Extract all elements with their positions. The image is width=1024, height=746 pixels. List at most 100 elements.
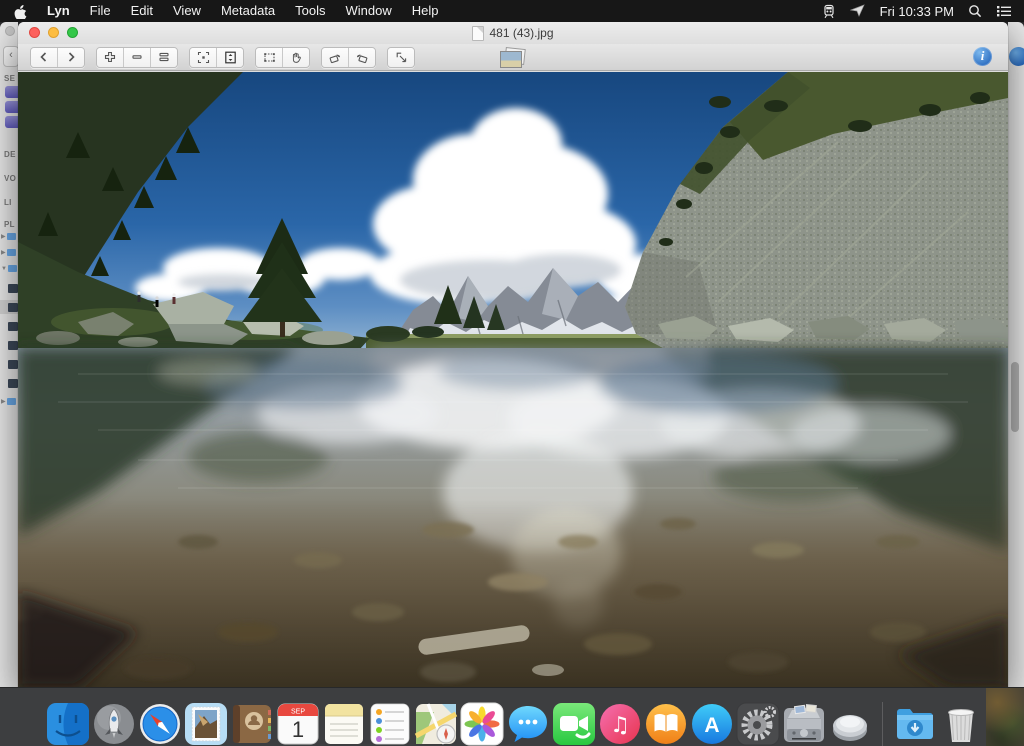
dock-item-calendar[interactable]: SEP 1	[276, 702, 320, 746]
sidebar-thumb[interactable]	[8, 284, 18, 293]
selection-icon	[263, 52, 275, 62]
close-button[interactable]	[29, 27, 40, 38]
rotate-left-icon	[329, 54, 341, 63]
photos-icon	[460, 702, 504, 746]
hand-tool-button[interactable]	[283, 47, 309, 67]
dock-item-mail[interactable]	[184, 702, 228, 746]
dock-item-launchpad[interactable]	[92, 702, 136, 746]
desktop-wallpaper-patch	[986, 688, 1024, 746]
background-back-button[interactable]: ‹	[3, 46, 18, 67]
dock-item-trash[interactable]	[939, 702, 983, 746]
background-info-button[interactable]	[1009, 47, 1024, 66]
dock-item-finder[interactable]	[46, 702, 90, 746]
menu-tools[interactable]: Tools	[285, 0, 335, 22]
sidebar-folder-row-expanded[interactable]: ▼	[1, 265, 17, 272]
svg-text:1: 1	[292, 717, 304, 742]
sidebar-folder-row[interactable]: ▶	[1, 233, 16, 240]
scanner-app-icon	[784, 703, 824, 742]
menu-view[interactable]: View	[163, 0, 211, 22]
chevron-right-icon	[68, 52, 75, 62]
sidebar-thumb[interactable]	[8, 322, 18, 331]
apple-menu[interactable]	[14, 4, 27, 19]
fullscreen-icon	[396, 52, 406, 62]
sidebar-section-search: SE	[4, 74, 16, 83]
dock-item-photos[interactable]	[460, 702, 504, 746]
scrollbar-thumb[interactable]	[1011, 362, 1019, 432]
svg-text:A: A	[704, 714, 719, 737]
info-button[interactable]: i	[973, 47, 992, 66]
zoom-in-button[interactable]	[97, 47, 124, 67]
menu-edit[interactable]: Edit	[121, 0, 163, 22]
reminders-icon	[370, 703, 410, 745]
sidebar-thumb[interactable]	[8, 360, 18, 369]
apple-icon	[14, 4, 27, 19]
pointer-status-icon[interactable]	[849, 4, 866, 18]
fit-vertical-icon	[224, 51, 236, 63]
dock-item-contacts[interactable]	[230, 702, 274, 746]
dock-item-reminders[interactable]	[368, 702, 412, 746]
contacts-icon	[233, 705, 271, 743]
trash-icon	[948, 709, 974, 742]
fullscreen-button[interactable]	[388, 47, 414, 67]
dock-item-messages[interactable]	[506, 702, 550, 746]
fit-vertical-button[interactable]	[217, 47, 243, 67]
dock-divider	[882, 702, 883, 746]
dock-item-ibooks[interactable]	[644, 702, 688, 746]
svg-text:SEP: SEP	[291, 709, 305, 716]
sidebar-smart-folder[interactable]	[5, 101, 18, 113]
forward-button[interactable]	[58, 47, 84, 67]
plus-icon	[104, 51, 116, 63]
dock-item-safari[interactable]	[138, 702, 182, 746]
dock-item-system-preferences[interactable]	[736, 702, 780, 746]
app-store-icon: A	[692, 704, 732, 744]
dock-item-facetime[interactable]	[552, 702, 596, 746]
messages-icon	[509, 706, 547, 742]
zoom-button[interactable]	[67, 27, 78, 38]
dock-item-notes[interactable]	[322, 702, 366, 746]
menu-help[interactable]: Help	[402, 0, 449, 22]
sidebar-smart-folder[interactable]	[5, 116, 18, 128]
sidebar-thumb[interactable]	[8, 379, 18, 388]
document-icon	[472, 25, 485, 41]
dock-item-round-app[interactable]	[828, 702, 872, 746]
dock-item-scanner-app[interactable]	[782, 702, 826, 746]
sidebar-smart-folder[interactable]	[5, 86, 18, 98]
selection-tool-button[interactable]	[256, 47, 283, 67]
sidebar-folder-row[interactable]: ▶	[1, 249, 16, 256]
dock-item-app-store[interactable]: A	[690, 702, 734, 746]
zoom-out-button[interactable]	[124, 47, 151, 67]
photo-canvas[interactable]	[18, 72, 1008, 688]
dock-item-downloads[interactable]	[893, 702, 937, 746]
menu-lyn[interactable]: Lyn	[37, 0, 80, 22]
minus-icon	[132, 55, 142, 59]
sidebar-section-volumes: VO	[4, 174, 17, 183]
actual-size-icon	[159, 52, 169, 62]
background-window-sidebar: ‹ SE DE VO LI PL ▶ ▶ ▼ ▶	[0, 22, 18, 688]
menu-clock[interactable]: Fri 10:33 PM	[880, 4, 954, 19]
dock-item-maps[interactable]	[414, 702, 458, 746]
show-browser-button[interactable]	[499, 46, 527, 68]
title-bar[interactable]: 481 (43).jpg	[18, 22, 1008, 44]
menu-window[interactable]: Window	[336, 0, 402, 22]
back-button[interactable]	[31, 47, 58, 67]
spotlight-search-icon[interactable]	[968, 4, 982, 18]
dock-item-itunes[interactable]: ♫	[598, 702, 642, 746]
minimize-button[interactable]	[48, 27, 59, 38]
rotate-left-button[interactable]	[322, 47, 349, 67]
fit-screen-icon	[197, 51, 209, 63]
menu-file[interactable]: File	[80, 0, 121, 22]
mail-icon	[185, 703, 227, 745]
chevron-left-icon	[40, 52, 47, 62]
inactive-traffic-light[interactable]	[5, 26, 15, 36]
sidebar-folder-row[interactable]: ▶	[1, 398, 16, 405]
transit-status-icon[interactable]	[822, 4, 836, 19]
launchpad-icon	[94, 704, 134, 744]
system-preferences-icon	[736, 702, 780, 746]
zoom-to-fit-button[interactable]	[190, 47, 217, 67]
menu-metadata[interactable]: Metadata	[211, 0, 285, 22]
sidebar-thumb[interactable]	[8, 303, 18, 312]
sidebar-thumb[interactable]	[8, 341, 18, 350]
rotate-right-button[interactable]	[349, 47, 375, 67]
actual-size-button[interactable]	[151, 47, 177, 67]
notification-center-icon[interactable]	[996, 5, 1012, 17]
